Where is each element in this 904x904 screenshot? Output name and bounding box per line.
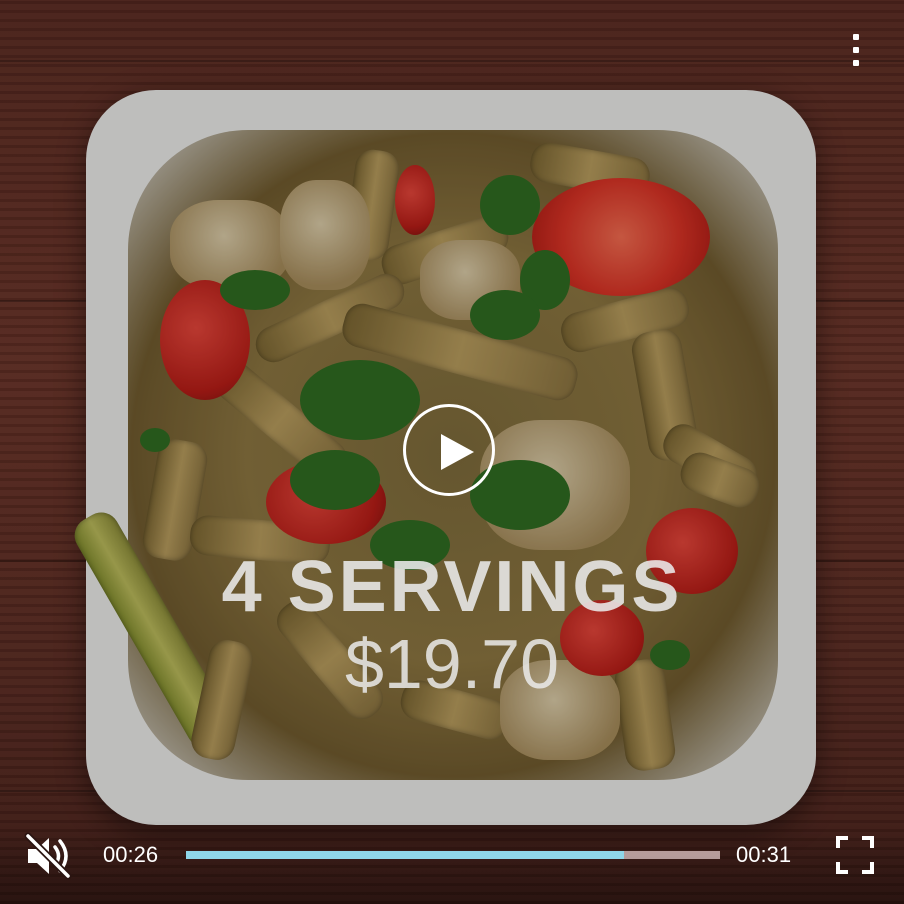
price-overlay-text: $19.70 bbox=[344, 625, 560, 703]
more-options-button[interactable] bbox=[840, 30, 872, 70]
progress-bar-fill bbox=[186, 851, 624, 859]
servings-overlay-text: 4 SERVINGS bbox=[221, 547, 683, 627]
mute-button[interactable] bbox=[22, 830, 74, 882]
progress-bar[interactable] bbox=[186, 851, 720, 859]
volume-muted-icon bbox=[24, 832, 72, 880]
more-vertical-icon-dot bbox=[853, 60, 859, 66]
more-vertical-icon bbox=[853, 34, 859, 40]
current-time: 00:26 bbox=[103, 842, 159, 867]
more-vertical-icon-dot bbox=[853, 47, 859, 53]
total-duration: 00:31 bbox=[736, 842, 792, 867]
play-icon bbox=[441, 434, 474, 470]
fullscreen-icon bbox=[836, 836, 874, 874]
fullscreen-button[interactable] bbox=[834, 834, 876, 876]
video-player[interactable]: 4 SERVINGS $19.70 00:26 00:31 bbox=[0, 0, 904, 904]
play-button[interactable] bbox=[403, 404, 495, 496]
